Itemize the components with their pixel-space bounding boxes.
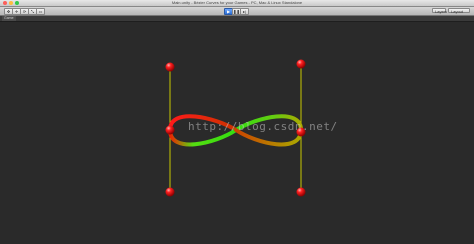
layers-dropdown[interactable]: Layers [432,8,447,14]
bezier-scene [165,59,306,197]
rect-tool-button[interactable]: ▭ [36,8,45,15]
control-point-left-bottom [165,187,175,197]
tab-game[interactable]: Game [2,16,16,21]
watermark-text: http://blog.csdn.net/ [188,120,338,133]
game-viewport[interactable] [0,22,474,244]
unity-toolbar: ✥ ✛ ⟳ ⤡ ▭ ▶ ❚❚ ▸| Layers Layout [0,7,474,16]
control-point-left-top [165,62,175,72]
step-button[interactable]: ▸| [240,8,249,15]
window-title-bar: Main.unity - Bézier Curves for your Game… [0,0,474,7]
window-title: Main.unity - Bézier Curves for your Game… [171,0,303,5]
control-point-right-bottom [296,187,306,197]
layout-dropdown[interactable]: Layout [448,8,470,14]
control-point-right-top [296,59,306,69]
control-point-left-middle [165,125,175,135]
